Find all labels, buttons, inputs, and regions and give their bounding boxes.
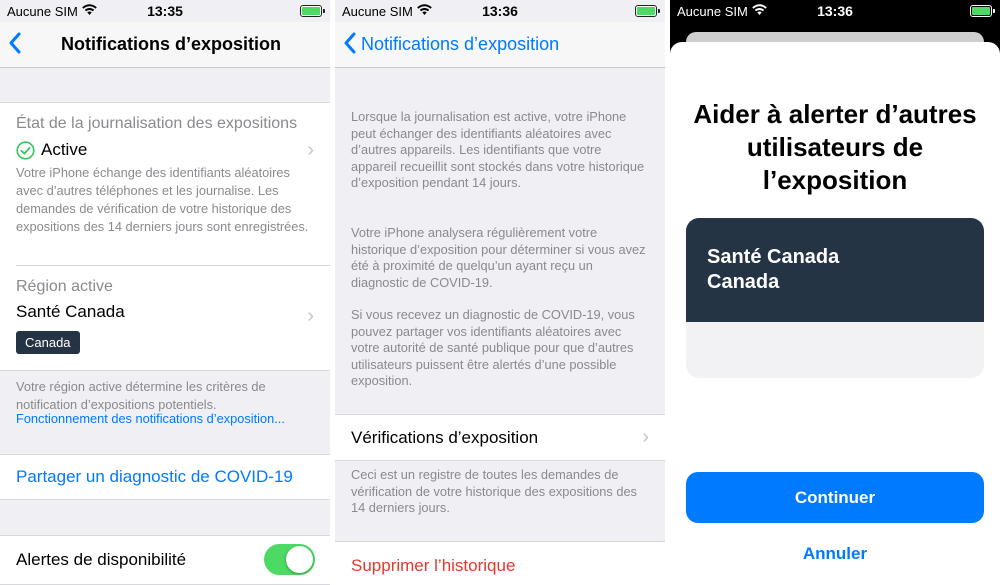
delete-history-cell[interactable]: Supprimer l’historique — [335, 541, 665, 585]
active-region-cell[interactable]: Région active Santé Canada › Canada — [0, 265, 330, 371]
region-description: Votre région active détermine les critèr… — [16, 379, 266, 412]
authority-name: Santé Canada — [707, 246, 840, 268]
back-chevron-icon[interactable] — [8, 32, 22, 58]
navigation-bar: Notifications d’exposition — [335, 22, 665, 68]
availability-alerts-cell: Alertes de disponibilité — [0, 535, 330, 585]
status-bar: Aucune SIM 13:35 — [0, 0, 330, 22]
clock: 13:36 — [482, 3, 518, 19]
logging-description: Votre iPhone échange des identifiants al… — [16, 165, 309, 234]
availability-toggle[interactable] — [264, 544, 315, 575]
page-title: Notifications d’exposition — [61, 34, 282, 54]
back-button-label[interactable]: Notifications d’exposition — [361, 34, 559, 55]
cancel-button[interactable]: Annuler — [670, 544, 1000, 564]
how-it-works-link[interactable]: Fonctionnement des notifications d’expos… — [16, 411, 320, 426]
continue-button[interactable]: Continuer — [686, 472, 984, 523]
authority-card: Santé Canada Canada — [686, 218, 984, 378]
exposure-checks-description: Ceci est un registre de toutes les deman… — [351, 467, 637, 515]
logging-status-cell[interactable]: État de la journalisation des exposition… — [0, 102, 330, 267]
chevron-right-icon: › — [307, 305, 314, 327]
clock: 13:36 — [817, 3, 853, 19]
navigation-bar: Notifications d’exposition — [0, 22, 330, 68]
clock: 13:35 — [147, 3, 183, 19]
delete-history-button[interactable]: Supprimer l’historique — [351, 556, 515, 576]
authority-region: Canada — [707, 271, 780, 293]
screen-exposure-settings: Aucune SIM 13:35 Notifications d’exposit… — [0, 0, 330, 585]
back-chevron-icon[interactable] — [343, 32, 357, 58]
logging-status-value: Active — [41, 140, 88, 159]
exposure-checks-label: Vérifications d’exposition — [351, 428, 539, 447]
screen-alert-others-sheet: Aucune SIM 13:36 Aider à alerter d’autre… — [670, 0, 1000, 585]
modal-sheet: Aider à alerter d’autres utilisateurs de… — [670, 42, 1000, 585]
sheet-title: Aider à alerter d’autres utilisateurs de… — [693, 99, 977, 195]
checkmark-circle-icon — [16, 140, 35, 160]
exposure-checks-cell[interactable]: Vérifications d’exposition › — [335, 414, 665, 461]
availability-label: Alertes de disponibilité — [16, 550, 187, 569]
status-bar: Aucune SIM 13:36 — [670, 0, 1000, 22]
info-paragraph-2: Votre iPhone analysera régulièrement vot… — [351, 225, 646, 290]
region-badge: Canada — [16, 331, 80, 354]
battery-icon — [635, 5, 660, 17]
logging-label: État de la journalisation des exposition… — [16, 115, 298, 132]
info-paragraph-3: Si vous recevez un diagnostic de COVID-1… — [351, 307, 635, 388]
share-diagnosis-button[interactable]: Partager un diagnostic de COVID-19 — [16, 467, 293, 487]
battery-icon — [300, 5, 325, 17]
chevron-right-icon: › — [642, 426, 649, 448]
screen-exposure-info: Aucune SIM 13:36 Notifications d’exposit… — [335, 0, 665, 585]
status-bar: Aucune SIM 13:36 — [335, 0, 665, 22]
authority-card-header: Santé Canada Canada — [686, 218, 984, 322]
share-diagnosis-cell[interactable]: Partager un diagnostic de COVID-19 — [0, 454, 330, 500]
info-paragraph-1: Lorsque la journalisation est active, vo… — [351, 109, 645, 190]
region-name: Santé Canada — [16, 302, 125, 321]
region-label: Région active — [16, 278, 113, 295]
battery-icon — [970, 5, 995, 17]
chevron-right-icon: › — [307, 139, 314, 161]
